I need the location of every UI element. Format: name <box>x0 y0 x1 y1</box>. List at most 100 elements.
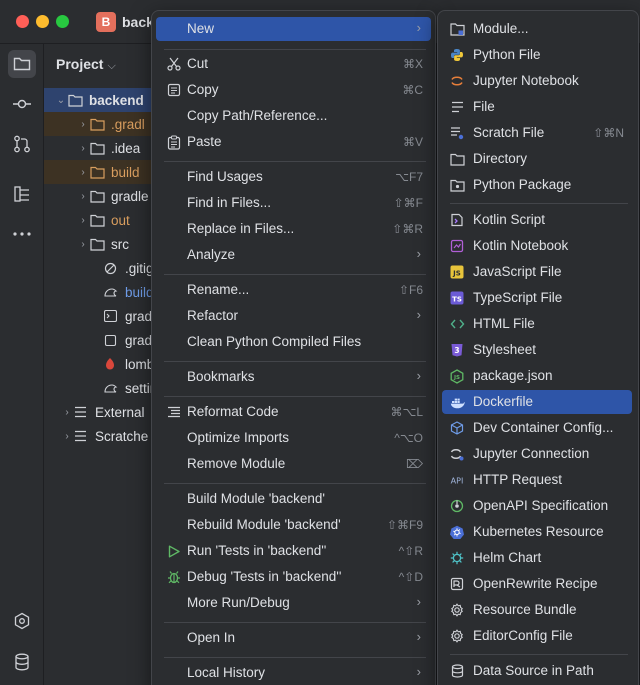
menu-item-run-tests[interactable]: Run 'Tests in 'backend'' ^⇧R <box>156 539 431 563</box>
submenu-item-stylesheet[interactable]: 3 Stylesheet <box>442 338 632 362</box>
tree-item[interactable]: build. <box>44 280 154 304</box>
tree-item[interactable]: › Scratche <box>44 424 154 448</box>
menu-item-debug-tests[interactable]: Debug 'Tests in 'backend'' ^⇧D <box>156 565 431 589</box>
chevron-right-icon[interactable]: › <box>76 215 90 226</box>
submenu-item-jupyter-connection[interactable]: Jupyter Connection <box>442 442 632 466</box>
tree-item[interactable]: › .idea <box>44 136 154 160</box>
commit-tool-button[interactable] <box>8 90 36 118</box>
menu-item-rebuild-module[interactable]: Rebuild Module 'backend' ⇧⌘F9 <box>156 513 431 537</box>
submenu-item-python-file[interactable]: Python File <box>442 43 632 67</box>
chevron-right-icon[interactable]: › <box>76 119 90 130</box>
menu-item-label: Reformat Code <box>187 404 279 419</box>
tree-item[interactable]: gradle <box>44 328 154 352</box>
submenu-item-python-package[interactable]: Python Package <box>442 173 632 197</box>
tree-item-label: lombo <box>125 356 154 372</box>
minimize-window-button[interactable] <box>36 15 49 28</box>
submenu-item-resource-bundle[interactable]: Resource Bundle <box>442 598 632 622</box>
chevron-right-icon[interactable]: › <box>76 239 90 250</box>
submenu-item-package-json[interactable]: JS package.json <box>442 364 632 388</box>
folder-icon <box>90 142 108 155</box>
menu-item-open-in[interactable]: Open In › <box>156 626 431 650</box>
menu-item-local-history[interactable]: Local History › <box>156 661 431 685</box>
database-tool-button[interactable] <box>8 648 36 676</box>
paste-icon <box>166 134 182 150</box>
menu-item-build-module[interactable]: Build Module 'backend' <box>156 487 431 511</box>
menu-item-label: Run 'Tests in 'backend'' <box>187 543 327 558</box>
submenu-item-data-source[interactable]: Data Source in Path <box>442 659 632 683</box>
menu-separator <box>164 396 426 397</box>
project-badge[interactable]: B <box>96 12 116 32</box>
submenu-item-dev-container[interactable]: Dev Container Config... <box>442 416 632 440</box>
menu-item-rename[interactable]: Rename... ⇧F6 <box>156 278 431 302</box>
submenu-item-helm-chart[interactable]: Helm Chart <box>442 546 632 570</box>
menu-item-new[interactable]: New › <box>156 17 431 41</box>
menu-item-cut[interactable]: Cut ⌘X <box>156 52 431 76</box>
chevron-right-icon[interactable]: › <box>76 143 90 154</box>
menu-item-reformat-code[interactable]: Reformat Code ⌘⌥L <box>156 400 431 424</box>
folder-icon <box>68 94 86 107</box>
folder-icon <box>90 118 108 131</box>
libraries-icon <box>74 406 92 418</box>
openrewrite-icon <box>449 576 465 592</box>
services-tool-button[interactable] <box>8 607 36 635</box>
pull-requests-tool-button[interactable] <box>8 130 36 158</box>
submenu-item-javascript-file[interactable]: JS JavaScript File <box>442 260 632 284</box>
submenu-item-file[interactable]: File <box>442 95 632 119</box>
menu-item-remove-module[interactable]: Remove Module ⌦ <box>156 452 431 476</box>
chevron-down-icon[interactable]: ⌄ <box>54 95 68 106</box>
menu-item-clean-python[interactable]: Clean Python Compiled Files <box>156 330 431 354</box>
submenu-item-editorconfig[interactable]: EditorConfig File <box>442 624 632 648</box>
submenu-item-html-file[interactable]: HTML File <box>442 312 632 336</box>
tree-item[interactable]: › build <box>44 160 154 184</box>
menu-item-analyze[interactable]: Analyze › <box>156 243 431 267</box>
tree-item[interactable]: › out <box>44 208 154 232</box>
folder-icon <box>90 190 108 203</box>
tree-item[interactable]: › src <box>44 232 154 256</box>
menu-item-copy-path[interactable]: Copy Path/Reference... <box>156 104 431 128</box>
close-window-button[interactable] <box>16 15 29 28</box>
zoom-window-button[interactable] <box>56 15 69 28</box>
submenu-item-directory[interactable]: Directory <box>442 147 632 171</box>
submenu-item-jupyter-notebook[interactable]: Jupyter Notebook <box>442 69 632 93</box>
menu-item-replace-in-files[interactable]: Replace in Files... ⇧⌘R <box>156 217 431 241</box>
submenu-item-http-request[interactable]: API HTTP Request <box>442 468 632 492</box>
menu-item-find-in-files[interactable]: Find in Files... ⇧⌘F <box>156 191 431 215</box>
submenu-item-dockerfile[interactable]: Dockerfile <box>442 390 632 414</box>
menu-item-find-usages[interactable]: Find Usages ⌥F7 <box>156 165 431 189</box>
tree-item[interactable]: › External <box>44 400 154 424</box>
tree-item[interactable]: › .gradl <box>44 112 154 136</box>
chevron-right-icon[interactable]: › <box>76 191 90 202</box>
submenu-item-typescript-file[interactable]: TS TypeScript File <box>442 286 632 310</box>
chevron-right-icon[interactable]: › <box>60 407 74 418</box>
menu-separator <box>164 274 426 275</box>
chevron-right-icon[interactable]: › <box>76 167 90 178</box>
chevron-right-icon[interactable]: › <box>60 431 74 442</box>
submenu-item-scratch-file[interactable]: Scratch File ⇧⌘N <box>442 121 632 145</box>
submenu-item-kotlin-notebook[interactable]: Kotlin Notebook <box>442 234 632 258</box>
tree-item[interactable]: › gradle <box>44 184 154 208</box>
tree-item[interactable]: gradle <box>44 304 154 328</box>
tree-item[interactable]: settin <box>44 376 154 400</box>
menu-item-label: Clean Python Compiled Files <box>187 334 362 349</box>
menu-item-more-run-debug[interactable]: More Run/Debug › <box>156 591 431 615</box>
project-panel-title[interactable]: Project ⌵ <box>56 56 116 73</box>
more-tools-button[interactable] <box>8 220 36 248</box>
tree-item[interactable]: lombo <box>44 352 154 376</box>
menu-item-copy[interactable]: Copy ⌘C <box>156 78 431 102</box>
submenu-item-kotlin-script[interactable]: Kotlin Script <box>442 208 632 232</box>
submenu-item-openapi[interactable]: OpenAPI Specification <box>442 494 632 518</box>
submenu-item-openrewrite[interactable]: OpenRewrite Recipe <box>442 572 632 596</box>
structure-tool-button[interactable] <box>8 180 36 208</box>
submenu-item-kubernetes[interactable]: Kubernetes Resource <box>442 520 632 544</box>
menu-item-refactor[interactable]: Refactor › <box>156 304 431 328</box>
project-tool-button[interactable] <box>8 50 36 78</box>
menu-item-optimize-imports[interactable]: Optimize Imports ^⌥O <box>156 426 431 450</box>
menu-item-paste[interactable]: Paste ⌘V <box>156 130 431 154</box>
menu-item-label: Debug 'Tests in 'backend'' <box>187 569 342 584</box>
project-name[interactable]: back <box>122 14 154 30</box>
submenu-item-module[interactable]: Module... <box>442 17 632 41</box>
tree-item[interactable]: .gitigr <box>44 256 154 280</box>
chevron-right-icon: › <box>416 629 421 644</box>
tree-item[interactable]: ⌄ backend <box>44 88 154 112</box>
menu-item-bookmarks[interactable]: Bookmarks › <box>156 365 431 389</box>
